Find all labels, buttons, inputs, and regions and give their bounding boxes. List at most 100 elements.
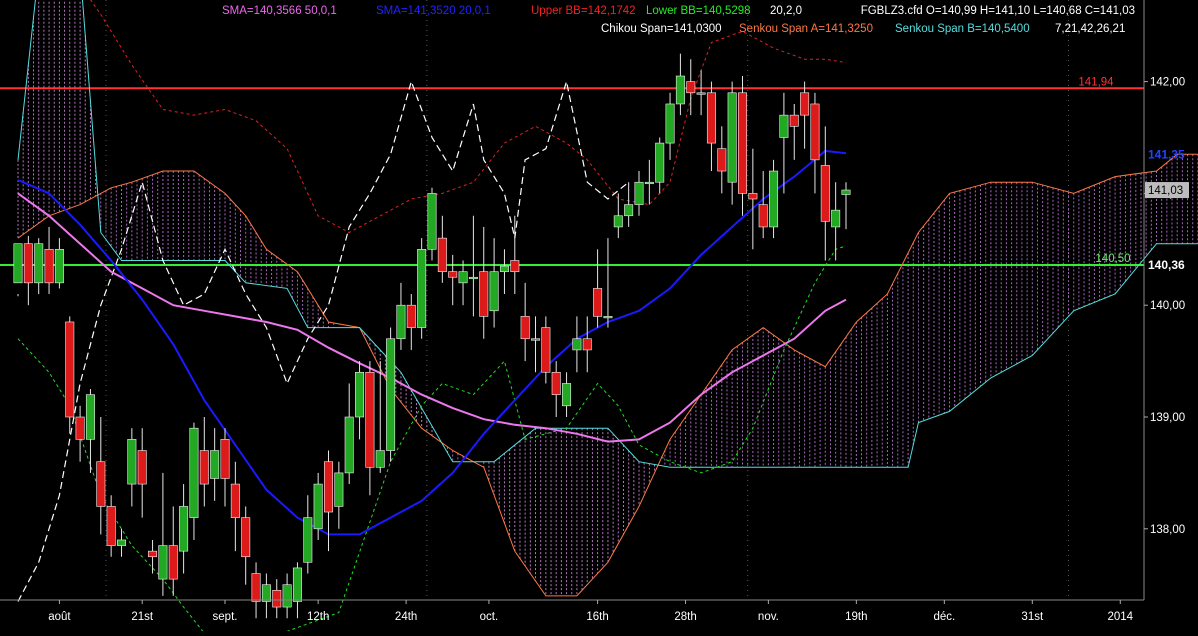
senkou-b-value-label: 140,50 [1095,253,1130,265]
candle-up [841,189,851,195]
candle-down [199,450,209,485]
candle-down [65,321,75,418]
candle-down [758,204,768,228]
time-tick-label: 24th [395,611,417,623]
candle-down [406,304,416,328]
candle-up [261,584,271,602]
candle-up [313,483,323,530]
candle-down [706,92,716,144]
candle-down [820,165,830,222]
support-axis-label: 140,36 [1148,258,1185,272]
time-tick-label: sept. [213,611,238,623]
candle-up [34,243,44,284]
candle-down [96,461,106,507]
candle-up [562,383,572,407]
time-tick-label: 21st [131,611,154,623]
candle-down [230,483,240,518]
price-chart: 142,00141,00140,00139,00138,00 août21sts… [0,0,1198,636]
candle-down [106,506,116,546]
price-tick-label: 138,00 [1150,524,1185,536]
instrument-info: FGBLZ3.cfd O=140,99 H=141,10 L=140,68 C=… [861,5,1135,17]
candle-down [510,260,520,272]
last-price-label: 141,03 [1148,185,1183,197]
price-tick-label: 139,00 [1150,412,1185,424]
candle-up [696,92,706,95]
candle-up [85,394,95,440]
candle-up [189,427,199,518]
candle-up [375,450,385,468]
candle-down [737,92,747,194]
candle-down [800,92,810,116]
candle-up [179,506,189,552]
time-tick-label: 2014 [1107,611,1133,623]
candle-down [717,148,727,172]
candle-down [137,450,147,485]
time-tick-label: nov. [758,611,779,623]
indicator-bb-lower: Lower BB=140,5298 [646,5,751,17]
candle-down [448,271,458,278]
candle-down [241,517,251,558]
candle-up [396,304,406,340]
candle-up [427,193,437,250]
candle-up [665,103,675,144]
candle-up [499,265,509,272]
candle-up [489,271,499,312]
candle-up [468,276,478,280]
time-tick-label: oct. [480,611,499,623]
candle-up [727,92,737,183]
candle-up [831,209,841,228]
candle-down [686,81,696,94]
candle-up [655,142,665,183]
candle-up [210,450,220,479]
candle-up [334,472,344,507]
candle-up [54,249,64,284]
candle-up [282,584,292,608]
time-tick-label: 12th [307,611,329,623]
indicator-ichimoku-params: 7,21,42,26,21 [1055,23,1125,35]
candle-down [479,271,489,317]
price-tick-label: 142,00 [1150,77,1185,89]
candle-up [603,316,613,319]
sma20-axis-label: 141,35 [1148,147,1185,161]
candle-up [127,439,137,485]
candle-up [458,271,468,284]
candle-up [158,545,168,580]
price-tick-label: 140,00 [1150,300,1185,312]
candle-down [75,416,85,440]
candle-down [168,545,178,580]
time-tick-label: 28th [674,611,696,623]
indicator-sma20: SMA=141,3520 20,0,1 [376,5,491,17]
candle-up [355,371,365,418]
candle-down [251,573,261,602]
candle-up [624,204,634,217]
candle-down [23,243,33,284]
candle-up [572,338,582,351]
candle-up [117,539,127,546]
indicator-senkou-a: Senkou Span A=141,3250 [739,23,873,35]
candle-up [779,114,789,138]
candle-down [582,338,592,351]
time-tick-label: déc. [933,611,955,623]
candle-up [292,567,302,602]
candle-down [551,371,561,395]
candle-down [748,193,758,200]
candle-up [675,75,685,105]
candle-down [437,237,447,272]
candle-down [220,439,230,479]
time-tick-label: 19th [845,611,867,623]
chart-area: 142,00141,00140,00139,00138,00 août21sts… [0,0,1198,636]
candle-up [530,338,540,341]
candle-up [769,170,779,228]
candle-down [44,249,54,284]
candle-up [644,181,654,185]
indicator-senkou-b: Senkou Span B=140,5400 [895,23,1030,35]
candle-down [520,316,530,340]
candle-up [417,249,427,328]
resistance-value-label: 141,94 [1078,76,1114,88]
candle-up [386,338,396,451]
candle-up [303,517,313,563]
indicator-chikou: Chikou Span=141,0300 [601,23,722,35]
candle-down [810,103,820,161]
indicator-bb-upper: Upper BB=142,1742 [531,5,636,17]
candle-down [148,550,158,558]
